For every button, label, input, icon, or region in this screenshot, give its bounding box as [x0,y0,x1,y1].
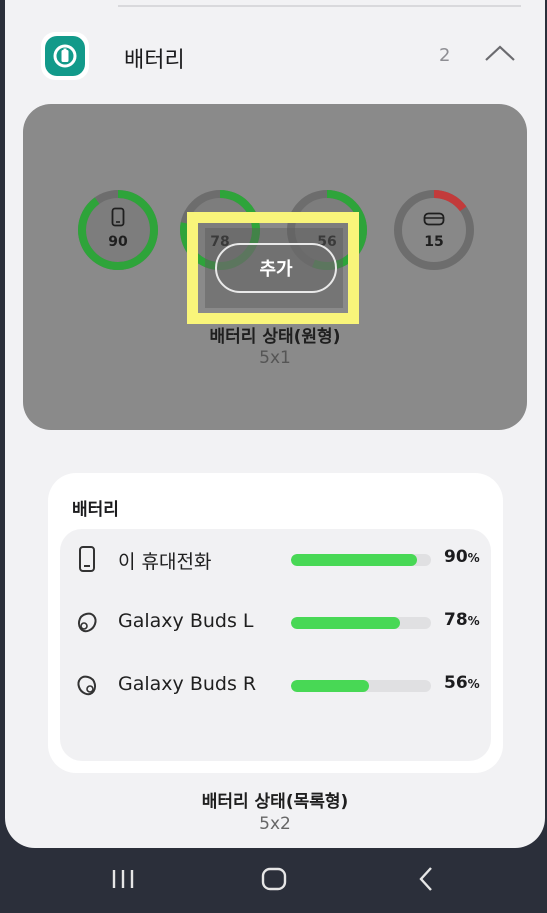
ring-value: 90 [108,234,128,250]
battery-percent: 78% [444,610,480,630]
battery-percent: 90% [444,547,480,567]
battery-percent: 56% [444,673,480,693]
battery-bar [291,680,431,692]
device-name: Galaxy Buds L [118,610,254,632]
battery-bar-fill [291,554,417,566]
circular-widget-title: 배터리 상태(원형) [209,327,341,347]
ring-phone [78,190,158,270]
case-icon [423,212,445,226]
battery-bar [291,554,431,566]
app-title: 배터리 [124,48,185,73]
home-icon [261,867,287,891]
list-item: 이 휴대전화 90% [60,539,491,579]
widget-count: 2 [439,45,451,66]
list-widget-preview[interactable]: 배터리 이 휴대전화 90% Galaxy Buds L 78% Galaxy … [48,473,503,773]
battery-app-icon [41,32,89,80]
back-button[interactable] [406,862,446,896]
navigation-bar [0,848,547,913]
add-button[interactable]: 추가 [215,243,337,293]
circular-widget-size: 5x1 [259,348,291,368]
divider [118,5,521,7]
battery-bar [291,617,431,629]
recent-apps-icon [112,870,134,888]
list-item: Galaxy Buds R 56% [60,665,491,705]
phone-icon [111,207,125,227]
chevron-up-icon[interactable] [483,42,517,64]
battery-list: 이 휴대전화 90% Galaxy Buds L 78% Galaxy Buds… [60,529,491,761]
battery-bar-fill [291,617,401,629]
list-widget-caption: 배터리 상태(목록형) [201,792,349,812]
battery-bar-fill [291,680,370,692]
back-icon [419,867,432,891]
home-button[interactable] [254,862,294,896]
ring-case [394,190,474,270]
list-item: Galaxy Buds L 78% [60,602,491,642]
ring-value: 15 [424,234,444,250]
recent-apps-button[interactable] [103,862,143,896]
widget-sheet: 배터리 2 90 78 56 15 추가 배터리 상태(원형) 5x1 배터리 … [5,0,545,848]
list-widget-size: 5x2 [259,814,291,834]
list-widget-title: 배터리 [72,500,119,520]
earbud-left-icon [77,612,97,633]
earbud-right-icon [77,675,97,696]
device-name: 이 휴대전화 [118,551,212,573]
phone-icon [79,546,95,572]
device-name: Galaxy Buds R [118,673,257,695]
